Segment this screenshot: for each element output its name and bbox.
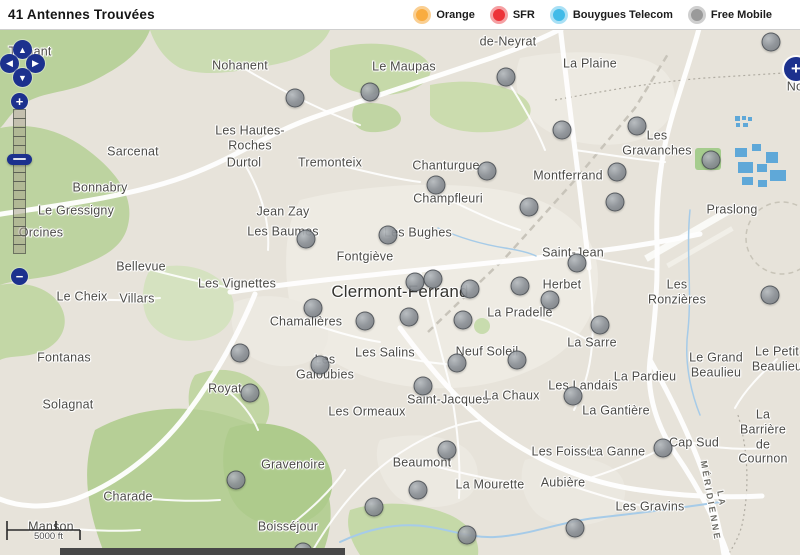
antenna-marker[interactable] <box>304 299 323 318</box>
legend-orange[interactable]: Orange <box>413 6 475 24</box>
antenna-marker[interactable] <box>454 311 473 330</box>
antenna-marker[interactable] <box>406 273 425 292</box>
antenna-marker[interactable] <box>297 230 316 249</box>
sfr-dot-icon <box>490 6 508 24</box>
legend-sfr[interactable]: SFR <box>490 6 535 24</box>
pan-down-button[interactable]: ▼ <box>13 68 32 87</box>
zoom-bar[interactable] <box>13 110 26 254</box>
zoom-bar-segment[interactable] <box>13 244 26 254</box>
antenna-marker[interactable] <box>458 526 477 545</box>
antenna-marker[interactable] <box>761 286 780 305</box>
antenna-marker[interactable] <box>564 387 583 406</box>
legend-label: SFR <box>513 9 535 21</box>
antenna-marker[interactable] <box>365 498 384 517</box>
legend-label: Bouygues Telecom <box>573 9 673 21</box>
antenna-marker[interactable] <box>356 312 375 331</box>
antenna-marker[interactable] <box>568 254 587 273</box>
antenna-marker[interactable] <box>361 83 380 102</box>
antenna-marker[interactable] <box>508 351 527 370</box>
antenna-marker[interactable] <box>520 198 539 217</box>
scale-imperial-label: 5000 ft <box>34 531 63 542</box>
bouygues-telecom-dot-icon <box>550 6 568 24</box>
legend-bouygues-telecom[interactable]: Bouygues Telecom <box>550 6 673 24</box>
antenna-marker[interactable] <box>227 471 246 490</box>
antenna-marker[interactable] <box>427 176 446 195</box>
antenna-marker[interactable] <box>379 226 398 245</box>
header: 41 Antennes Trouvées Orange SFR Bouygues T… <box>0 0 800 30</box>
antenna-marker[interactable] <box>654 439 673 458</box>
antenna-marker[interactable] <box>606 193 625 212</box>
antenna-marker[interactable] <box>628 117 647 136</box>
legend-label: Free Mobile <box>711 9 772 21</box>
antenna-marker[interactable] <box>478 162 497 181</box>
scale-line: 5000 ft <box>6 518 96 544</box>
antenna-marker[interactable] <box>311 356 330 375</box>
legend-label: Orange <box>436 9 475 21</box>
antenna-marker[interactable] <box>438 441 457 460</box>
zoom-slider-handle[interactable] <box>7 154 32 165</box>
antenna-marker[interactable] <box>608 163 627 182</box>
antenna-marker[interactable] <box>553 121 572 140</box>
antenna-marker[interactable] <box>702 151 721 170</box>
map-tiles <box>0 30 800 555</box>
antenna-marker[interactable] <box>497 68 516 87</box>
results-count: 41 Antennes Trouvées <box>0 7 155 22</box>
antenna-marker[interactable] <box>461 280 480 299</box>
antenna-marker[interactable] <box>591 316 610 335</box>
antenna-marker[interactable] <box>409 481 428 500</box>
antenna-marker[interactable] <box>424 270 443 289</box>
antenna-marker[interactable] <box>414 377 433 396</box>
antenna-marker[interactable] <box>541 291 560 310</box>
antenna-marker[interactable] <box>511 277 530 296</box>
free-mobile-dot-icon <box>688 6 706 24</box>
antenna-map-app: 41 Antennes Trouvées Orange SFR Bouygues T… <box>0 0 800 555</box>
map-canvas[interactable]: TernantNohanentLe Maupasde-NeyratLa Plai… <box>0 30 800 555</box>
zoom-out-button[interactable]: − <box>11 268 28 285</box>
antenna-marker[interactable] <box>231 344 250 363</box>
bottom-panel-edge <box>60 548 345 555</box>
antenna-marker[interactable] <box>448 354 467 373</box>
antenna-marker[interactable] <box>400 308 419 327</box>
operator-legend: Orange SFR Bouygues Telecom Free Mobile <box>413 6 800 24</box>
legend-free-mobile[interactable]: Free Mobile <box>688 6 772 24</box>
orange-dot-icon <box>413 6 431 24</box>
antenna-marker[interactable] <box>286 89 305 108</box>
zoom-in-button[interactable]: + <box>11 93 28 110</box>
antenna-marker[interactable] <box>762 33 781 52</box>
antenna-marker[interactable] <box>241 384 260 403</box>
antenna-marker[interactable] <box>566 519 585 538</box>
